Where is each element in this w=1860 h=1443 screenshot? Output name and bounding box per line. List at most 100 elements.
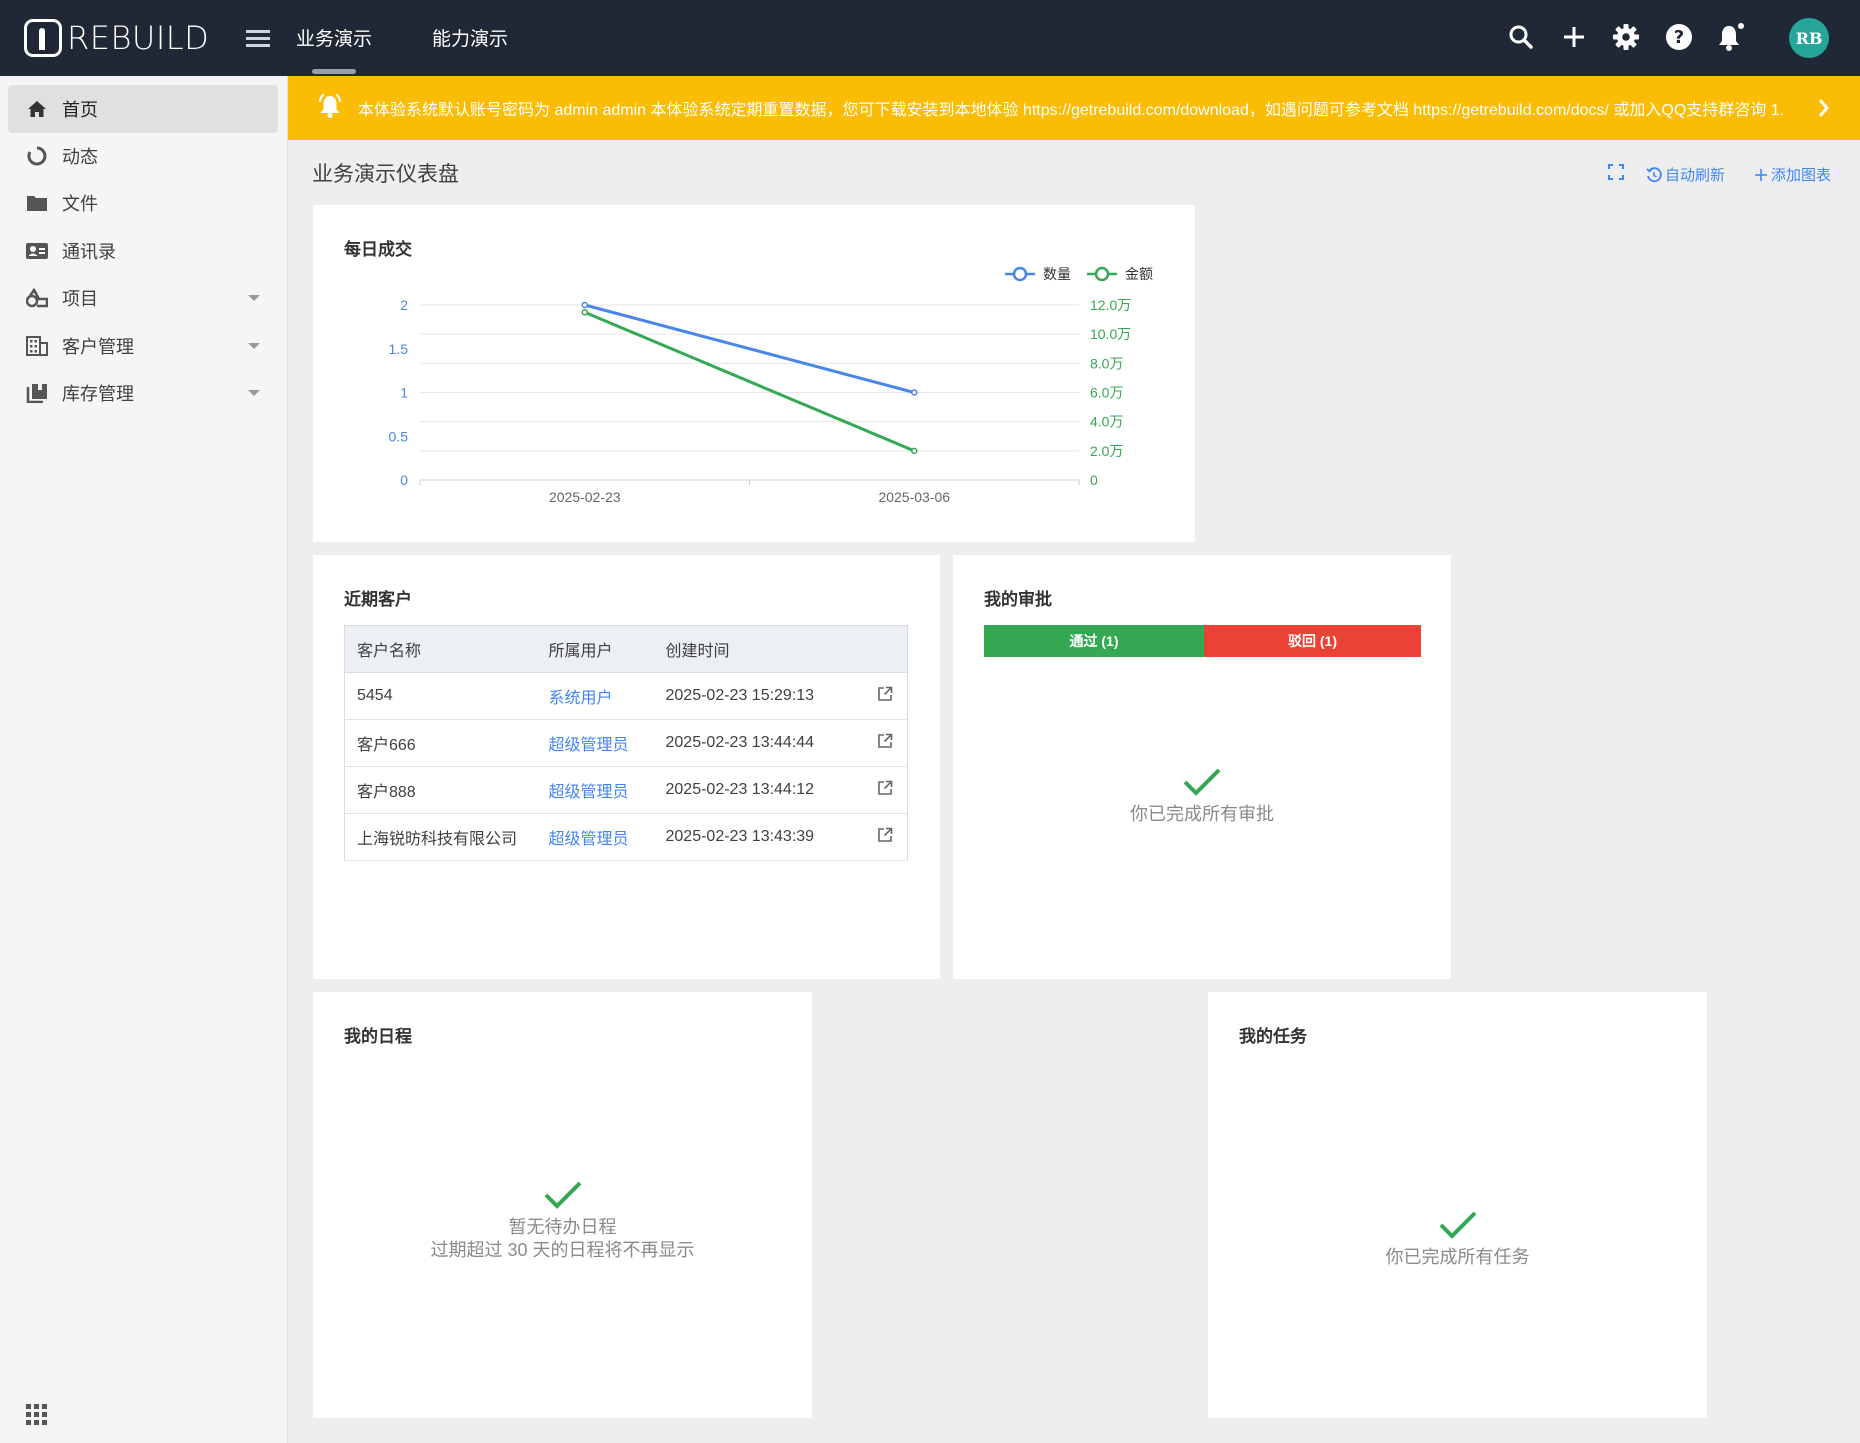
customer-name-cell[interactable]: 客户666 (344, 719, 549, 767)
chevron-down-icon (248, 343, 260, 349)
legend-label: 数量 (1043, 266, 1071, 282)
menu-toggle-icon[interactable] (246, 30, 270, 47)
external-link-icon[interactable] (877, 827, 893, 843)
apps-grid-icon[interactable] (26, 1404, 48, 1431)
panel-my-schedule: 我的日程 暂无待办日程 过期超过 30 天的日程将不再显示 (313, 992, 812, 1418)
auto-refresh-button[interactable]: 自动刷新 (1646, 164, 1725, 185)
chevron-right-icon[interactable] (1818, 98, 1830, 123)
top-bar: REBUILD 业务演示 能力演示 ? RB (0, 0, 1860, 76)
tab-label: 业务演示 (296, 29, 373, 50)
dashboard-title: 业务演示仪表盘 (312, 163, 459, 186)
panel-my-tasks: 我的任务 你已完成所有任务 (1208, 992, 1707, 1418)
sidebar-item-inventory[interactable]: 库存管理 (8, 369, 278, 417)
table-row[interactable]: 客户888 超级管理员 2025-02-23 13:44:12 (344, 766, 908, 814)
gear-icon[interactable] (1611, 22, 1641, 52)
created-time-cell: 2025-02-23 13:44:44 (665, 719, 856, 767)
owner-user-link[interactable]: 系统用户 (548, 672, 666, 720)
panel-title: 我的审批 (984, 590, 1052, 609)
x-tick-label: 2025-02-23 (549, 489, 621, 505)
customer-name-cell[interactable]: 上海锐昉科技有限公司 (344, 813, 549, 861)
sidebar-item-files[interactable]: 文件 (8, 179, 278, 227)
project-icon (26, 287, 48, 309)
table-row[interactable]: 5454 系统用户 2025-02-23 15:29:13 (344, 672, 908, 720)
home-icon (26, 98, 48, 120)
empty-state-text: 你已完成所有任务 (1385, 1247, 1530, 1267)
help-icon[interactable]: ? (1664, 22, 1694, 52)
customer-name-cell[interactable]: 客户888 (344, 766, 549, 814)
x-tick-label: 2025-03-06 (878, 489, 950, 505)
approval-passed-tab[interactable]: 通过 (1) (984, 625, 1204, 657)
data-point (911, 389, 918, 396)
y-right-tick-label: 2.0万 (1090, 443, 1123, 459)
panel-daily-deals: 每日成交 0 0.5 1 1.5 2 0 2.0万 4.0万 6.0万 8.0万 10.0万 12.0… (313, 205, 1195, 542)
created-time-cell: 2025-02-23 13:44:12 (665, 766, 856, 814)
approval-rejected-tab[interactable]: 驳回 (1) (1204, 625, 1421, 657)
logo-text: REBUILD (67, 19, 210, 57)
owner-user-link[interactable]: 超级管理员 (548, 766, 666, 814)
fullscreen-button[interactable] (1608, 164, 1624, 180)
add-icon[interactable] (1559, 22, 1589, 52)
notice-text: 本体验系统默认账号密码为 admin admin 本体验系统定期重置数据，您可下… (358, 102, 1785, 119)
y-left-tick-label: 0.5 (389, 428, 409, 444)
sidebar-item-activity[interactable]: 动态 (8, 132, 278, 180)
checkmark-icon (544, 1181, 581, 1209)
schedule-empty-state: 暂无待办日程 过期超过 30 天的日程将不再显示 (313, 1180, 812, 1262)
avatar[interactable]: RB (1789, 18, 1829, 58)
sidebar-item-label: 通讯录 (62, 242, 116, 262)
fullscreen-icon (1608, 164, 1624, 180)
activity-icon (26, 145, 48, 167)
y-right-tick-label: 12.0万 (1090, 297, 1131, 313)
y-right-tick-label: 10.0万 (1090, 326, 1131, 342)
approvals-empty-state: 你已完成所有审批 (953, 767, 1451, 826)
building-icon (26, 335, 48, 357)
customer-name-cell[interactable]: 5454 (344, 672, 549, 720)
data-point (581, 309, 588, 316)
search-icon[interactable] (1506, 22, 1536, 52)
panel-recent-customers: 近期客户 客户名称 所属用户 创建时间 5454 系统用户 2025-02-23 1… (313, 555, 940, 979)
series-line-amount (584, 310, 915, 453)
column-header[interactable]: 客户名称 (344, 625, 549, 673)
sidebar: 首页 动态 文件 通讯录 项目 客户管理 库存管理 (0, 76, 288, 1443)
table-row[interactable]: 上海锐昉科技有限公司 超级管理员 2025-02-23 13:43:39 (344, 813, 908, 861)
customers-table-body: 5454 系统用户 2025-02-23 15:29:13 客户666 超级管理员 202… (344, 672, 908, 861)
sidebar-item-projects[interactable]: 项目 (8, 274, 278, 322)
sidebar-item-customers[interactable]: 客户管理 (8, 322, 278, 370)
sidebar-item-label: 客户管理 (62, 337, 134, 357)
column-header[interactable]: 创建时间 (665, 625, 856, 673)
empty-state-text: 你已完成所有审批 (1130, 804, 1274, 824)
panel-title: 我的日程 (344, 1027, 412, 1046)
refresh-clock-icon (1646, 166, 1662, 182)
external-link-icon[interactable] (877, 733, 893, 749)
column-header[interactable]: 所属用户 (548, 625, 666, 673)
customers-table: 客户名称 所属用户 创建时间 5454 系统用户 2025-02-23 15:29:… (344, 625, 908, 861)
external-link-icon[interactable] (877, 780, 893, 796)
external-link-icon[interactable] (877, 686, 893, 702)
open-link-cell (855, 672, 908, 720)
tab-label: 能力演示 (432, 29, 509, 50)
tab-business-demo[interactable]: 业务演示 (296, 24, 373, 74)
sidebar-item-home[interactable]: 首页 (8, 85, 278, 133)
notification-bell-icon[interactable] (1716, 22, 1746, 52)
sidebar-item-label: 项目 (62, 289, 98, 309)
auto-refresh-label: 自动刷新 (1665, 167, 1726, 184)
contacts-icon (26, 240, 48, 262)
chevron-down-icon (248, 295, 260, 301)
notice-banner: 本体验系统默认账号密码为 admin admin 本体验系统定期重置数据，您可下… (288, 76, 1860, 140)
checkmark-icon (1183, 768, 1221, 796)
data-point (581, 301, 588, 309)
logo[interactable]: REBUILD (24, 19, 209, 57)
owner-user-link[interactable]: 超级管理员 (548, 813, 666, 861)
legend-marker (1094, 266, 1110, 282)
owner-user-link[interactable]: 超级管理员 (548, 719, 666, 767)
tasks-empty-state: 你已完成所有任务 (1208, 1210, 1707, 1269)
y-right-tick-label: 0 (1090, 472, 1098, 488)
open-link-cell (855, 813, 908, 861)
y-left-tick-label: 0 (400, 472, 408, 488)
sidebar-item-contacts[interactable]: 通讯录 (8, 227, 278, 275)
plus-icon (1755, 168, 1767, 181)
tab-capability-demo[interactable]: 能力演示 (432, 24, 508, 51)
add-chart-button[interactable]: 添加图表 (1754, 164, 1831, 185)
table-row[interactable]: 客户666 超级管理员 2025-02-23 13:44:44 (344, 719, 908, 767)
created-time-cell: 2025-02-23 13:43:39 (665, 813, 856, 861)
legend-marker (1012, 266, 1028, 282)
